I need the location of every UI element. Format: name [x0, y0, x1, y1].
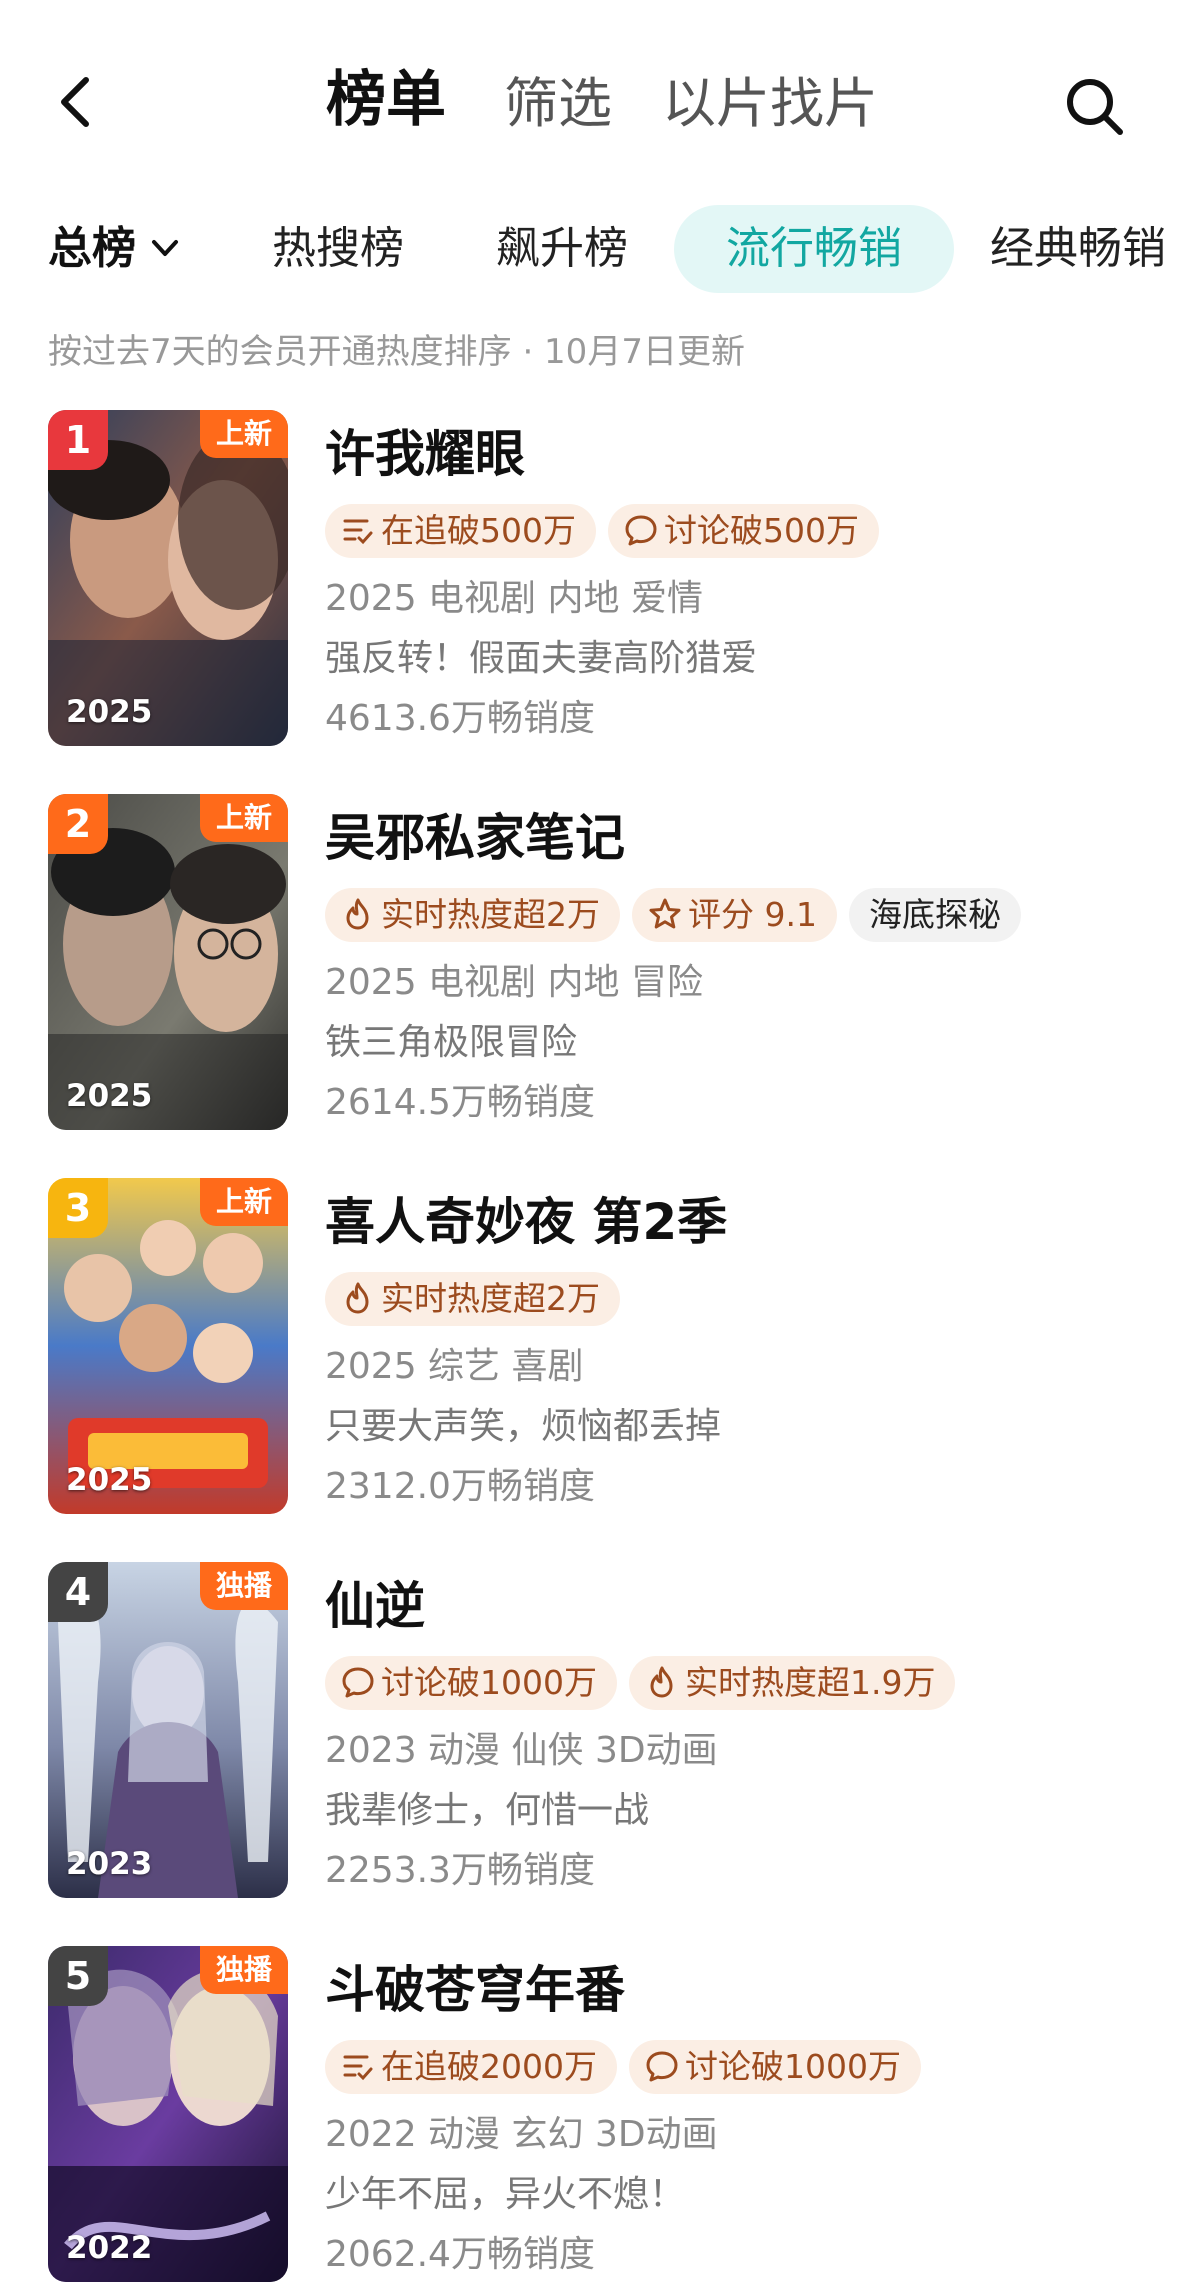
- poster-image[interactable]: 3 上新 2025: [48, 1178, 288, 1514]
- poster-year: 2022: [66, 2230, 153, 2266]
- tag-text: 实时热度超1.9万: [684, 1663, 936, 1702]
- tag-list: 讨论破1000万 实时热度超1.9万: [325, 1656, 967, 1710]
- rank-number: 2: [48, 794, 108, 854]
- tab-popular-bestselling[interactable]: 流行畅销: [674, 205, 954, 293]
- item-genre: 2023 动漫 仙侠 3D动画: [325, 1730, 718, 1771]
- tag-rating: 评分 9.1: [632, 888, 837, 942]
- tag-text: 讨论破1000万: [381, 1663, 597, 1702]
- item-description: 铁三角极限冒险: [325, 1022, 578, 1063]
- nav-tab-filter[interactable]: 筛选: [504, 68, 612, 140]
- category-dropdown[interactable]: 总榜: [48, 205, 182, 293]
- tag-text: 评分 9.1: [688, 895, 817, 934]
- flame-icon: [346, 1282, 369, 1313]
- search-button[interactable]: [1062, 74, 1126, 138]
- tag-realtime-heat: 实时热度超1.9万: [628, 1656, 956, 1710]
- item-title[interactable]: 许我耀眼: [325, 422, 525, 486]
- item-description: 强反转！假面夫妻高阶猎爱: [325, 638, 758, 679]
- tag-text: 讨论破500万: [664, 511, 859, 550]
- rank-number: 3: [48, 1178, 108, 1238]
- ranking-description: 按过去7天的会员开通热度排序 · 10月7日更新: [48, 332, 745, 372]
- item-title[interactable]: 斗破苍穹年番: [325, 1958, 625, 2022]
- follow-list-icon: [343, 2055, 373, 2080]
- tag-discussion: 讨论破500万: [608, 504, 879, 558]
- flame-icon: [346, 898, 369, 929]
- tab-classic-bestselling[interactable]: 经典畅销: [990, 205, 1166, 293]
- item-description: 少年不屈，异火不熄！: [325, 2174, 686, 2215]
- new-badge: 上新: [199, 410, 288, 458]
- tag-discussion: 讨论破1000万: [325, 1656, 617, 1710]
- poster-image[interactable]: 4 独播 2023: [48, 1562, 288, 1898]
- tag-list: 实时热度超2万 评分 9.1 海底探秘: [325, 888, 1033, 942]
- tag-text: 讨论破1000万: [684, 2047, 901, 2086]
- list-item[interactable]: 3 上新 2025 喜人奇妙夜 第2季 实时热度超2万 2025 综艺 喜剧 只…: [0, 1178, 1179, 1518]
- rank-number: 4: [48, 1562, 108, 1622]
- poster-year: 2025: [66, 1078, 153, 1114]
- chevron-down-icon: [152, 240, 178, 256]
- comment-icon: [342, 1667, 374, 1697]
- item-genre: 2025 电视剧 内地 冒险: [325, 962, 703, 1003]
- list-item[interactable]: 5 独播 2022 斗破苍穹年番 在追破2000万 讨论破1000万 2022 动…: [0, 1946, 1179, 2286]
- exclusive-badge: 独播: [199, 1946, 288, 1994]
- list-item[interactable]: 4 独播 2023 仙逆 讨论破1000万 实时热度超1.9万 2023 动漫 仙…: [0, 1562, 1179, 1902]
- new-badge: 上新: [199, 794, 288, 842]
- flame-icon: [650, 1666, 673, 1697]
- item-title[interactable]: 仙逆: [325, 1574, 425, 1638]
- item-sales: 2062.4万畅销度: [325, 2234, 595, 2275]
- nav-tab-search-by-film[interactable]: 以片找片: [662, 68, 878, 140]
- tab-hot-search[interactable]: 热搜榜: [272, 205, 404, 293]
- category-dropdown-label: 总榜: [48, 223, 136, 274]
- tag-realtime-heat: 实时热度超2万: [325, 1272, 620, 1326]
- search-icon: [1067, 79, 1123, 135]
- tag-realtime-heat: 实时热度超2万: [325, 888, 620, 942]
- item-sales: 2312.0万畅销度: [325, 1466, 595, 1507]
- poster-year: 2025: [66, 1462, 153, 1498]
- back-button[interactable]: [48, 72, 108, 132]
- top-navigation-bar: 榜单 筛选 以片找片: [0, 0, 1179, 190]
- tag-topic[interactable]: 海底探秘: [848, 888, 1021, 942]
- comment-icon: [646, 2051, 678, 2081]
- tag-text: 实时热度超2万: [381, 895, 600, 934]
- item-sales: 2614.5万畅销度: [325, 1082, 595, 1123]
- tag-following: 在追破500万: [325, 504, 596, 558]
- poster-year: 2023: [66, 1846, 153, 1882]
- list-item[interactable]: 1 上新 2025 许我耀眼 在追破500万 讨论破500万 2025 电视剧 内…: [0, 410, 1179, 750]
- item-genre: 2025 综艺 喜剧: [325, 1346, 584, 1387]
- item-description: 我辈修士，何惜一战: [325, 1790, 650, 1831]
- rank-number: 1: [48, 410, 108, 470]
- poster-year: 2025: [66, 694, 153, 730]
- tag-list: 在追破500万 讨论破500万: [325, 504, 891, 558]
- tag-text: 在追破500万: [381, 511, 576, 550]
- category-tabs: 总榜 热搜榜 飙升榜 流行畅销 经典畅销: [0, 205, 1179, 297]
- follow-list-icon: [343, 519, 373, 544]
- poster-image[interactable]: 5 独播 2022: [48, 1946, 288, 2282]
- tag-discussion: 讨论破1000万: [628, 2040, 921, 2094]
- back-arrow-icon: [61, 77, 89, 127]
- tab-rising[interactable]: 飙升榜: [496, 205, 628, 293]
- tag-text: 在追破2000万: [381, 2047, 597, 2086]
- item-sales: 2253.3万畅销度: [325, 1850, 595, 1891]
- nav-tab-ranking[interactable]: 榜单: [326, 64, 446, 136]
- tag-list: 实时热度超2万: [325, 1272, 632, 1326]
- item-genre: 2025 电视剧 内地 爱情: [325, 578, 703, 619]
- item-genre: 2022 动漫 玄幻 3D动画: [325, 2114, 718, 2155]
- item-title[interactable]: 吴邪私家笔记: [325, 806, 625, 870]
- poster-image[interactable]: 2 上新 2025: [48, 794, 288, 1130]
- tag-text: 实时热度超2万: [381, 1279, 600, 1318]
- new-badge: 上新: [199, 1178, 288, 1226]
- item-sales: 4613.6万畅销度: [325, 698, 595, 739]
- poster-image[interactable]: 1 上新 2025: [48, 410, 288, 746]
- star-icon: [649, 898, 681, 928]
- tag-list: 在追破2000万 讨论破1000万: [325, 2040, 933, 2094]
- comment-icon: [625, 515, 657, 545]
- item-description: 只要大声笑，烦恼都丢掉: [325, 1406, 722, 1447]
- tag-following: 在追破2000万: [325, 2040, 617, 2094]
- exclusive-badge: 独播: [199, 1562, 288, 1610]
- item-title[interactable]: 喜人奇妙夜 第2季: [325, 1190, 727, 1254]
- list-item[interactable]: 2 上新 2025 吴邪私家笔记 实时热度超2万 评分 9.1 海底探秘 2025 …: [0, 794, 1179, 1134]
- rank-number: 5: [48, 1946, 108, 2006]
